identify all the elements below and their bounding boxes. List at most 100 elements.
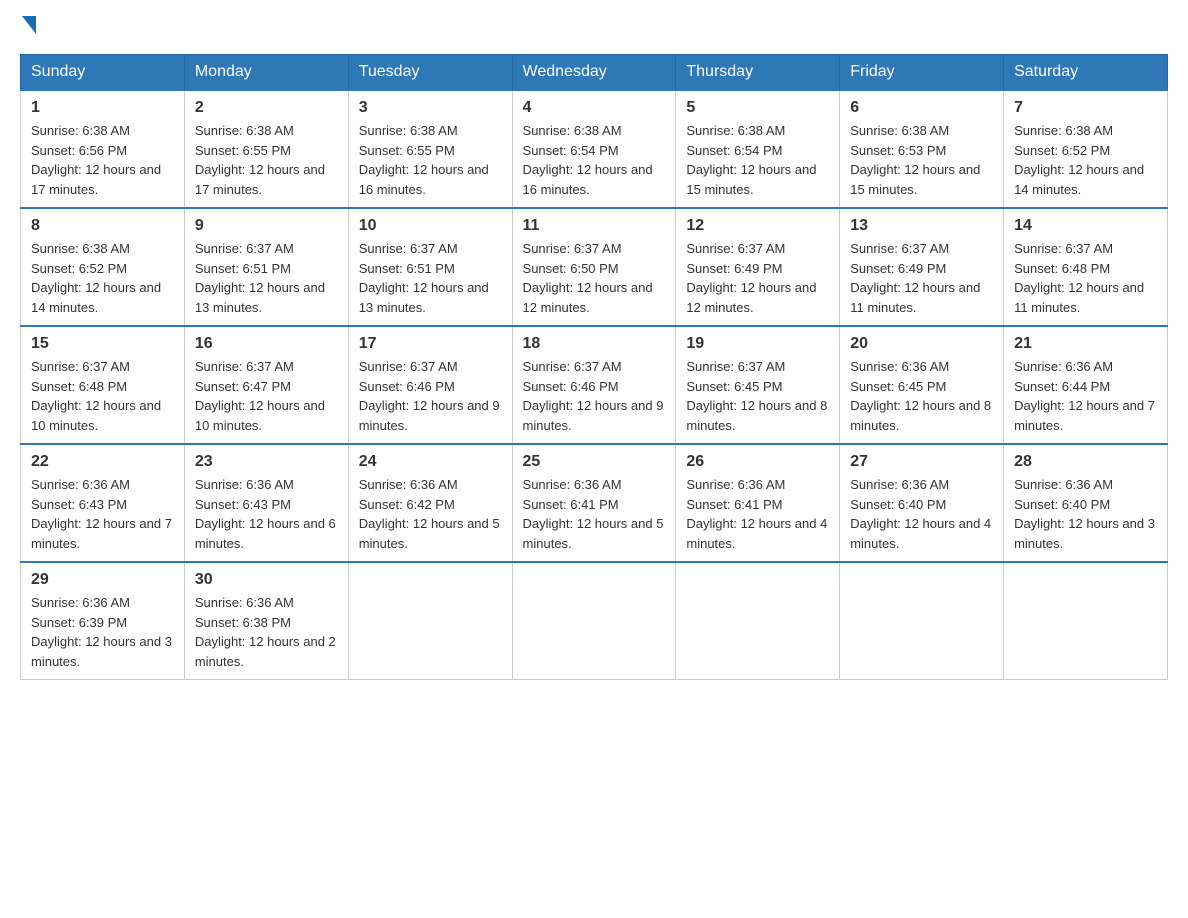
sunset-label: Sunset: 6:55 PM [359,143,455,158]
weekday-header-tuesday: Tuesday [348,55,512,91]
day-info: Sunrise: 6:36 AM Sunset: 6:42 PM Dayligh… [359,475,502,553]
sunset-label: Sunset: 6:38 PM [195,615,291,630]
sunrise-label: Sunrise: 6:36 AM [195,595,294,610]
sunset-label: Sunset: 6:49 PM [850,261,946,276]
sunset-label: Sunset: 6:48 PM [1014,261,1110,276]
day-info: Sunrise: 6:36 AM Sunset: 6:45 PM Dayligh… [850,357,993,435]
sunrise-label: Sunrise: 6:36 AM [1014,359,1113,374]
calendar-day-cell: 21 Sunrise: 6:36 AM Sunset: 6:44 PM Dayl… [1004,326,1168,444]
sunset-label: Sunset: 6:48 PM [31,379,127,394]
daylight-label: Daylight: 12 hours and 13 minutes. [195,280,325,315]
sunrise-label: Sunrise: 6:37 AM [195,241,294,256]
calendar-day-cell: 9 Sunrise: 6:37 AM Sunset: 6:51 PM Dayli… [184,208,348,326]
calendar-day-cell: 25 Sunrise: 6:36 AM Sunset: 6:41 PM Dayl… [512,444,676,562]
sunset-label: Sunset: 6:50 PM [523,261,619,276]
daylight-label: Daylight: 12 hours and 9 minutes. [359,398,500,433]
day-info: Sunrise: 6:37 AM Sunset: 6:47 PM Dayligh… [195,357,338,435]
sunset-label: Sunset: 6:43 PM [31,497,127,512]
day-number: 27 [850,453,993,471]
daylight-label: Daylight: 12 hours and 12 minutes. [523,280,653,315]
day-number: 3 [359,99,502,117]
calendar-day-cell [348,562,512,680]
sunset-label: Sunset: 6:54 PM [686,143,782,158]
day-number: 2 [195,99,338,117]
day-number: 6 [850,99,993,117]
sunset-label: Sunset: 6:40 PM [1014,497,1110,512]
daylight-label: Daylight: 12 hours and 16 minutes. [359,162,489,197]
sunset-label: Sunset: 6:41 PM [686,497,782,512]
calendar-day-cell [676,562,840,680]
daylight-label: Daylight: 12 hours and 5 minutes. [523,516,664,551]
calendar-week-row: 22 Sunrise: 6:36 AM Sunset: 6:43 PM Dayl… [21,444,1168,562]
calendar-body: 1 Sunrise: 6:38 AM Sunset: 6:56 PM Dayli… [21,90,1168,680]
sunrise-label: Sunrise: 6:36 AM [523,477,622,492]
day-number: 20 [850,335,993,353]
calendar-day-cell: 10 Sunrise: 6:37 AM Sunset: 6:51 PM Dayl… [348,208,512,326]
calendar-day-cell [512,562,676,680]
day-number: 28 [1014,453,1157,471]
day-number: 4 [523,99,666,117]
calendar-day-cell: 17 Sunrise: 6:37 AM Sunset: 6:46 PM Dayl… [348,326,512,444]
day-number: 30 [195,571,338,589]
sunset-label: Sunset: 6:52 PM [1014,143,1110,158]
calendar-day-cell [1004,562,1168,680]
calendar-day-cell: 20 Sunrise: 6:36 AM Sunset: 6:45 PM Dayl… [840,326,1004,444]
day-number: 7 [1014,99,1157,117]
daylight-label: Daylight: 12 hours and 3 minutes. [1014,516,1155,551]
day-info: Sunrise: 6:38 AM Sunset: 6:54 PM Dayligh… [523,121,666,199]
weekday-header-saturday: Saturday [1004,55,1168,91]
sunrise-label: Sunrise: 6:36 AM [31,595,130,610]
calendar-week-row: 15 Sunrise: 6:37 AM Sunset: 6:48 PM Dayl… [21,326,1168,444]
calendar-day-cell: 4 Sunrise: 6:38 AM Sunset: 6:54 PM Dayli… [512,90,676,208]
calendar-week-row: 29 Sunrise: 6:36 AM Sunset: 6:39 PM Dayl… [21,562,1168,680]
calendar-day-cell: 14 Sunrise: 6:37 AM Sunset: 6:48 PM Dayl… [1004,208,1168,326]
calendar-day-cell: 24 Sunrise: 6:36 AM Sunset: 6:42 PM Dayl… [348,444,512,562]
sunrise-label: Sunrise: 6:37 AM [359,241,458,256]
sunset-label: Sunset: 6:46 PM [523,379,619,394]
day-number: 1 [31,99,174,117]
daylight-label: Daylight: 12 hours and 8 minutes. [850,398,991,433]
day-info: Sunrise: 6:37 AM Sunset: 6:46 PM Dayligh… [523,357,666,435]
day-info: Sunrise: 6:38 AM Sunset: 6:54 PM Dayligh… [686,121,829,199]
sunset-label: Sunset: 6:46 PM [359,379,455,394]
day-info: Sunrise: 6:37 AM Sunset: 6:48 PM Dayligh… [31,357,174,435]
sunset-label: Sunset: 6:45 PM [850,379,946,394]
sunset-label: Sunset: 6:49 PM [686,261,782,276]
sunrise-label: Sunrise: 6:37 AM [523,359,622,374]
day-info: Sunrise: 6:37 AM Sunset: 6:49 PM Dayligh… [850,239,993,317]
day-info: Sunrise: 6:37 AM Sunset: 6:49 PM Dayligh… [686,239,829,317]
sunrise-label: Sunrise: 6:36 AM [359,477,458,492]
logo-arrow-icon [22,16,36,34]
day-number: 17 [359,335,502,353]
sunrise-label: Sunrise: 6:36 AM [686,477,785,492]
day-info: Sunrise: 6:36 AM Sunset: 6:44 PM Dayligh… [1014,357,1157,435]
calendar-day-cell: 19 Sunrise: 6:37 AM Sunset: 6:45 PM Dayl… [676,326,840,444]
sunrise-label: Sunrise: 6:38 AM [195,123,294,138]
day-number: 13 [850,217,993,235]
sunrise-label: Sunrise: 6:38 AM [359,123,458,138]
daylight-label: Daylight: 12 hours and 4 minutes. [686,516,827,551]
sunset-label: Sunset: 6:52 PM [31,261,127,276]
day-number: 18 [523,335,666,353]
calendar-day-cell: 16 Sunrise: 6:37 AM Sunset: 6:47 PM Dayl… [184,326,348,444]
sunrise-label: Sunrise: 6:37 AM [523,241,622,256]
sunset-label: Sunset: 6:40 PM [850,497,946,512]
daylight-label: Daylight: 12 hours and 10 minutes. [195,398,325,433]
day-info: Sunrise: 6:38 AM Sunset: 6:55 PM Dayligh… [195,121,338,199]
calendar-day-cell: 30 Sunrise: 6:36 AM Sunset: 6:38 PM Dayl… [184,562,348,680]
sunrise-label: Sunrise: 6:37 AM [686,241,785,256]
sunset-label: Sunset: 6:47 PM [195,379,291,394]
weekday-header-sunday: Sunday [21,55,185,91]
calendar-day-cell: 28 Sunrise: 6:36 AM Sunset: 6:40 PM Dayl… [1004,444,1168,562]
calendar-day-cell: 18 Sunrise: 6:37 AM Sunset: 6:46 PM Dayl… [512,326,676,444]
daylight-label: Daylight: 12 hours and 2 minutes. [195,634,336,669]
day-number: 12 [686,217,829,235]
calendar-day-cell: 7 Sunrise: 6:38 AM Sunset: 6:52 PM Dayli… [1004,90,1168,208]
calendar-day-cell: 12 Sunrise: 6:37 AM Sunset: 6:49 PM Dayl… [676,208,840,326]
day-number: 16 [195,335,338,353]
calendar-day-cell: 29 Sunrise: 6:36 AM Sunset: 6:39 PM Dayl… [21,562,185,680]
sunset-label: Sunset: 6:41 PM [523,497,619,512]
calendar-day-cell: 22 Sunrise: 6:36 AM Sunset: 6:43 PM Dayl… [21,444,185,562]
day-number: 25 [523,453,666,471]
calendar-day-cell: 3 Sunrise: 6:38 AM Sunset: 6:55 PM Dayli… [348,90,512,208]
